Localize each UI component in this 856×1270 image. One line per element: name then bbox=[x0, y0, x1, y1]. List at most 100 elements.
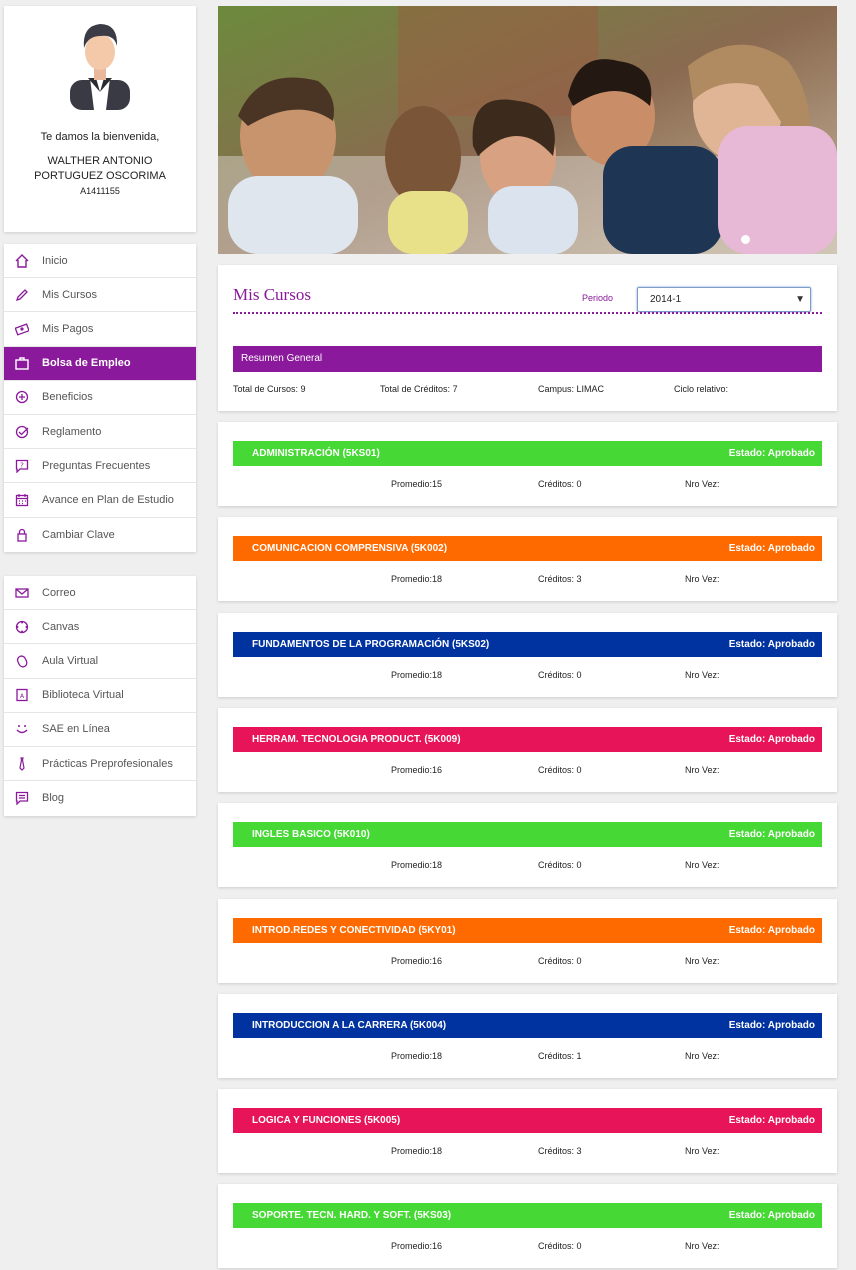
lock-icon bbox=[14, 527, 30, 543]
menu-item-practicas-preprofesionales[interactable]: Prácticas Preprofesionales bbox=[4, 747, 196, 782]
total-creditos-label: Total de Créditos: bbox=[380, 384, 451, 394]
menu-item-canvas[interactable]: Canvas bbox=[4, 610, 196, 645]
chevron-down-icon: ▼ bbox=[795, 294, 805, 305]
course-creditos: Créditos: 0 bbox=[538, 479, 582, 489]
svg-text:A: A bbox=[20, 693, 25, 700]
creditos-value: 0 bbox=[576, 1241, 582, 1251]
course-creditos: Créditos: 0 bbox=[538, 670, 582, 680]
creditos-value: 0 bbox=[576, 765, 582, 775]
creditos-label: Créditos: bbox=[538, 1051, 575, 1061]
profile-card: Te damos la bienvenida, WALTHER ANTONIO … bbox=[4, 6, 196, 232]
course-status: Estado: Aprobado bbox=[728, 543, 815, 554]
money-icon bbox=[14, 321, 30, 337]
mail-icon bbox=[14, 585, 30, 601]
course-creditos: Créditos: 3 bbox=[538, 574, 582, 584]
plus-circle-icon bbox=[14, 389, 30, 405]
menu-item-aula-virtual[interactable]: Aula Virtual bbox=[4, 644, 196, 679]
promedio-value: 16 bbox=[432, 956, 443, 966]
course-status: Estado: Aprobado bbox=[728, 1020, 815, 1031]
creditos-value: 0 bbox=[576, 670, 582, 680]
menu-item-biblioteca-virtual[interactable]: A Biblioteca Virtual bbox=[4, 679, 196, 713]
promedio-value: 18 bbox=[432, 1146, 443, 1156]
course-creditos: Créditos: 0 bbox=[538, 765, 582, 775]
menu-item-cambiar-clave[interactable]: Cambiar Clave bbox=[4, 518, 196, 552]
course-card: LOGICA Y FUNCIONES (5K005) Estado: Aproba… bbox=[218, 1089, 837, 1173]
banner-photo bbox=[218, 6, 837, 254]
course-header[interactable]: HERRAM. TECNOLOGIA PRODUCT. (5K009) Estad… bbox=[233, 727, 822, 752]
creditos-label: Créditos: bbox=[538, 1146, 575, 1156]
course-creditos: Créditos: 1 bbox=[538, 1051, 582, 1061]
course-status: Estado: Aprobado bbox=[728, 829, 815, 840]
course-promedio: Promedio:18 bbox=[391, 1146, 442, 1156]
menu-item-label: Bolsa de Empleo bbox=[42, 357, 131, 370]
pencil-icon bbox=[14, 287, 30, 303]
promedio-label: Promedio: bbox=[391, 765, 433, 775]
menu-item-blog[interactable]: Blog bbox=[4, 781, 196, 815]
menu-item-sae-en-linea[interactable]: SAE en Línea bbox=[4, 713, 196, 747]
promedio-label: Promedio: bbox=[391, 1241, 433, 1251]
course-promedio: Promedio:16 bbox=[391, 765, 442, 775]
menu-item-mis-cursos[interactable]: Mis Cursos bbox=[4, 278, 196, 313]
nro-vez-label: Nro Vez: bbox=[685, 1051, 720, 1061]
menu-item-inicio[interactable]: Inicio bbox=[4, 244, 196, 279]
periodo-select[interactable]: 2014-1 ▼ bbox=[637, 287, 811, 312]
menu-item-mis-pagos[interactable]: Mis Pagos bbox=[4, 312, 196, 347]
course-header[interactable]: INTRODUCCION A LA CARRERA (5K004) Estado:… bbox=[233, 1013, 822, 1038]
menu-item-label: SAE en Línea bbox=[42, 723, 110, 736]
course-header[interactable]: ADMINISTRACIÓN (5KS01) Estado: Aprobado bbox=[233, 441, 822, 466]
creditos-label: Créditos: bbox=[538, 860, 575, 870]
menu-item-label: Correo bbox=[42, 586, 76, 599]
course-card: COMUNICACION COMPRENSIVA (5K002) Estado: … bbox=[218, 517, 837, 601]
periodo-value: 2014-1 bbox=[650, 294, 682, 305]
course-header[interactable]: INGLES BASICO (5K010) Estado: Aprobado bbox=[233, 822, 822, 847]
course-promedio: Promedio:18 bbox=[391, 670, 442, 680]
carousel-dot[interactable] bbox=[741, 235, 750, 244]
course-status: Estado: Aprobado bbox=[728, 1115, 815, 1126]
menu-item-avance-en-plan-de-estudio[interactable]: Avance en Plan de Estudio bbox=[4, 483, 196, 518]
ciclo-relativo: Ciclo relativo: bbox=[674, 384, 728, 394]
creditos-value: 0 bbox=[576, 956, 582, 966]
course-status: Estado: Aprobado bbox=[728, 448, 815, 459]
course-promedio: Promedio:16 bbox=[391, 1241, 442, 1251]
menu-item-correo[interactable]: Correo bbox=[4, 576, 196, 611]
course-card: INTRODUCCION A LA CARRERA (5K004) Estado:… bbox=[218, 994, 837, 1078]
course-header[interactable]: SOPORTE. TECN. HARD. Y SOFT. (5KS03) Esta… bbox=[233, 1203, 822, 1228]
promedio-value: 18 bbox=[432, 670, 443, 680]
creditos-label: Créditos: bbox=[538, 956, 575, 966]
course-creditos: Créditos: 0 bbox=[538, 956, 582, 966]
menu-item-label: Cambiar Clave bbox=[42, 528, 115, 541]
creditos-value: 0 bbox=[576, 479, 582, 489]
creditos-value: 0 bbox=[576, 860, 582, 870]
menu-item-reglamento[interactable]: Reglamento bbox=[4, 415, 196, 450]
promedio-value: 16 bbox=[432, 1241, 443, 1251]
promedio-label: Promedio: bbox=[391, 1051, 433, 1061]
total-creditos-value: 7 bbox=[452, 384, 458, 394]
course-nro-vez: Nro Vez: bbox=[685, 670, 720, 680]
course-header[interactable]: COMUNICACION COMPRENSIVA (5K002) Estado: … bbox=[233, 536, 822, 561]
welcome-text: Te damos la bienvenida, bbox=[40, 131, 160, 143]
promedio-label: Promedio: bbox=[391, 670, 433, 680]
course-header[interactable]: FUNDAMENTOS DE LA PROGRAMACIÓN (5KS02) Es… bbox=[233, 632, 822, 657]
nro-vez-label: Nro Vez: bbox=[685, 1241, 720, 1251]
campus-label: Campus: bbox=[538, 384, 575, 394]
tie-icon bbox=[14, 756, 30, 772]
menu-item-label: Reglamento bbox=[42, 425, 102, 438]
promedio-value: 15 bbox=[432, 479, 443, 489]
course-name: INTROD.REDES Y CONECTIVIDAD (5KY01) bbox=[252, 925, 456, 936]
menu-item-beneficios[interactable]: Beneficios bbox=[4, 381, 196, 415]
course-promedio: Promedio:15 bbox=[391, 479, 442, 489]
course-nro-vez: Nro Vez: bbox=[685, 1241, 720, 1251]
course-header[interactable]: LOGICA Y FUNCIONES (5K005) Estado: Aproba… bbox=[233, 1108, 822, 1133]
canvas-icon bbox=[14, 619, 30, 635]
course-header[interactable]: INTROD.REDES Y CONECTIVIDAD (5KY01) Estad… bbox=[233, 918, 822, 943]
course-card: SOPORTE. TECN. HARD. Y SOFT. (5KS03) Esta… bbox=[218, 1184, 837, 1268]
nro-vez-label: Nro Vez: bbox=[685, 479, 720, 489]
creditos-label: Créditos: bbox=[538, 574, 575, 584]
menu-item-label: Aula Virtual bbox=[42, 654, 99, 667]
course-promedio: Promedio:18 bbox=[391, 1051, 442, 1061]
menu-item-label: Beneficios bbox=[42, 391, 93, 404]
creditos-value: 3 bbox=[576, 574, 582, 584]
menu-item-preguntas-frecuentes[interactable]: ? Preguntas Frecuentes bbox=[4, 449, 196, 484]
menu-item-bolsa-de-empleo[interactable]: Bolsa de Empleo bbox=[4, 346, 196, 381]
course-status: Estado: Aprobado bbox=[728, 1210, 815, 1221]
